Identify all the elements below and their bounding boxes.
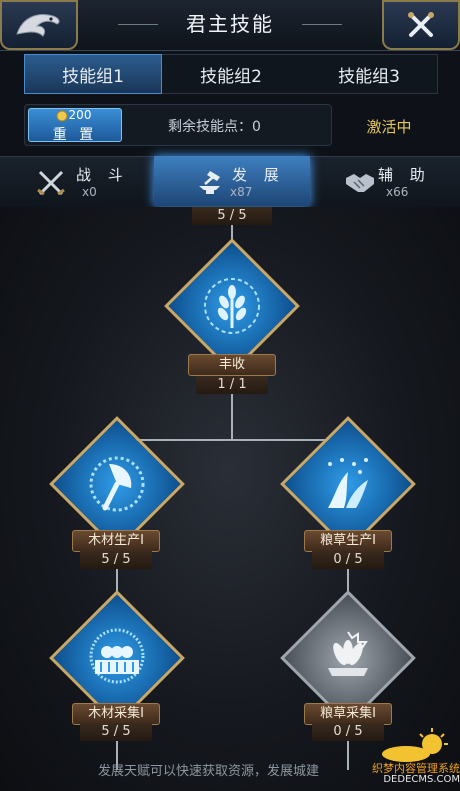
skill-name-plate: 木材生产Ⅰ: [72, 530, 160, 552]
page-title: 君主技能: [186, 12, 274, 36]
anvil-hammer-icon: [199, 171, 220, 194]
axe-icon: [89, 456, 145, 512]
tab-support[interactable]: 辅 助 x66: [310, 156, 460, 206]
sun-cloud-icon: [382, 728, 448, 762]
tab-label: 技能组1: [62, 66, 124, 87]
connector-line: [116, 439, 348, 441]
reset-cost: 200: [68, 108, 92, 122]
watermark-logo: 织梦内容管理系统 DEDECMS.COM: [348, 724, 460, 788]
crossed-swords-icon: [37, 170, 65, 196]
previous-node-level: 5 / 5: [192, 207, 272, 225]
skill-level: 0 / 5: [312, 551, 384, 569]
log-cart-icon: [89, 628, 145, 684]
skill-level: 1 / 1: [196, 376, 268, 394]
close-icon: [408, 12, 434, 37]
connector-line: [231, 392, 233, 440]
category-name: 发 展: [232, 166, 285, 184]
activating-status[interactable]: 激活中: [340, 116, 438, 137]
dragon-emblem-button[interactable]: [0, 0, 78, 50]
category-name: 战 斗: [76, 166, 129, 184]
wheat-bundle-icon: [328, 631, 368, 676]
tab-skill-group-1[interactable]: 技能组1: [24, 54, 162, 94]
skill-name-plate: 粮草采集Ⅰ: [304, 703, 392, 725]
rain-grain-icon: [328, 458, 368, 508]
skill-level: 5 / 5: [80, 723, 152, 741]
category-count: x66: [386, 185, 409, 199]
category-name: 辅 助: [378, 166, 431, 184]
handshake-icon: [346, 174, 374, 192]
remaining-points: 剩余技能点：0: [168, 119, 261, 135]
tab-label: 技能组2: [200, 66, 262, 87]
tab-label: 技能组3: [338, 66, 400, 87]
tab-skill-group-3[interactable]: 技能组3: [300, 54, 438, 94]
category-count: x87: [230, 185, 253, 199]
tab-combat[interactable]: 战 斗 x0: [0, 156, 156, 206]
skill-name-plate: 丰收: [188, 354, 276, 376]
dragon-icon: [16, 14, 60, 37]
skill-name-plate: 木材采集Ⅰ: [72, 703, 160, 725]
tab-skill-group-2[interactable]: 技能组2: [162, 54, 300, 94]
watermark-domain: DEDECMS.COM: [383, 774, 460, 785]
tab-development[interactable]: 发 展 x87: [154, 156, 310, 206]
reset-label: 重 置: [52, 127, 98, 143]
category-count: x0: [82, 185, 97, 199]
wheat-icon: [204, 278, 260, 334]
close-button[interactable]: [382, 0, 460, 50]
skill-level: 5 / 5: [80, 551, 152, 569]
skill-name-plate: 粮草生产Ⅰ: [304, 530, 392, 552]
